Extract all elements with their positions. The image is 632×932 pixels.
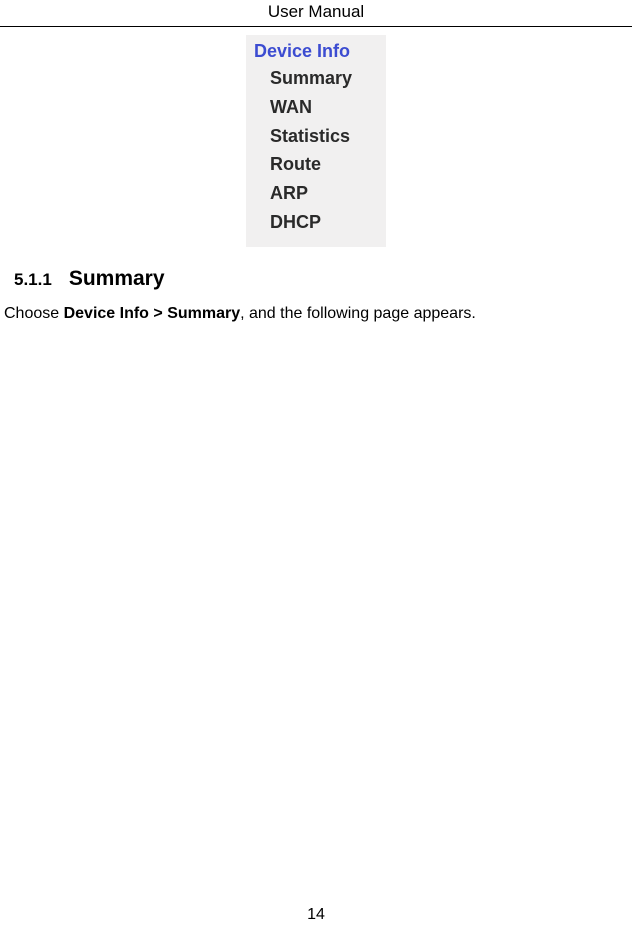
menu-sub-item: ARP (254, 179, 378, 208)
section-heading: 5.1.1 Summary (14, 267, 632, 291)
page-number: 14 (0, 906, 632, 924)
section-number: 5.1.1 (14, 270, 52, 289)
menu-top-item: Device Info (254, 41, 378, 64)
menu-screenshot: Device Info Summary WAN Statistics Route… (246, 35, 386, 247)
section: 5.1.1 Summary (0, 267, 632, 291)
menu-sub-item: Statistics (254, 122, 378, 151)
menu-sub-item: Summary (254, 64, 378, 93)
menu-sub-item: Route (254, 150, 378, 179)
menu-sub-item: WAN (254, 93, 378, 122)
body-text: Choose Device Info > Summary, and the fo… (0, 305, 632, 323)
body-prefix: Choose (4, 305, 64, 322)
menu-sub-item: DHCP (254, 208, 378, 237)
body-suffix: , and the following page appears. (240, 305, 476, 322)
body-bold: Device Info > Summary (64, 305, 241, 322)
page-header: User Manual (0, 0, 632, 27)
section-title: Summary (69, 267, 165, 290)
